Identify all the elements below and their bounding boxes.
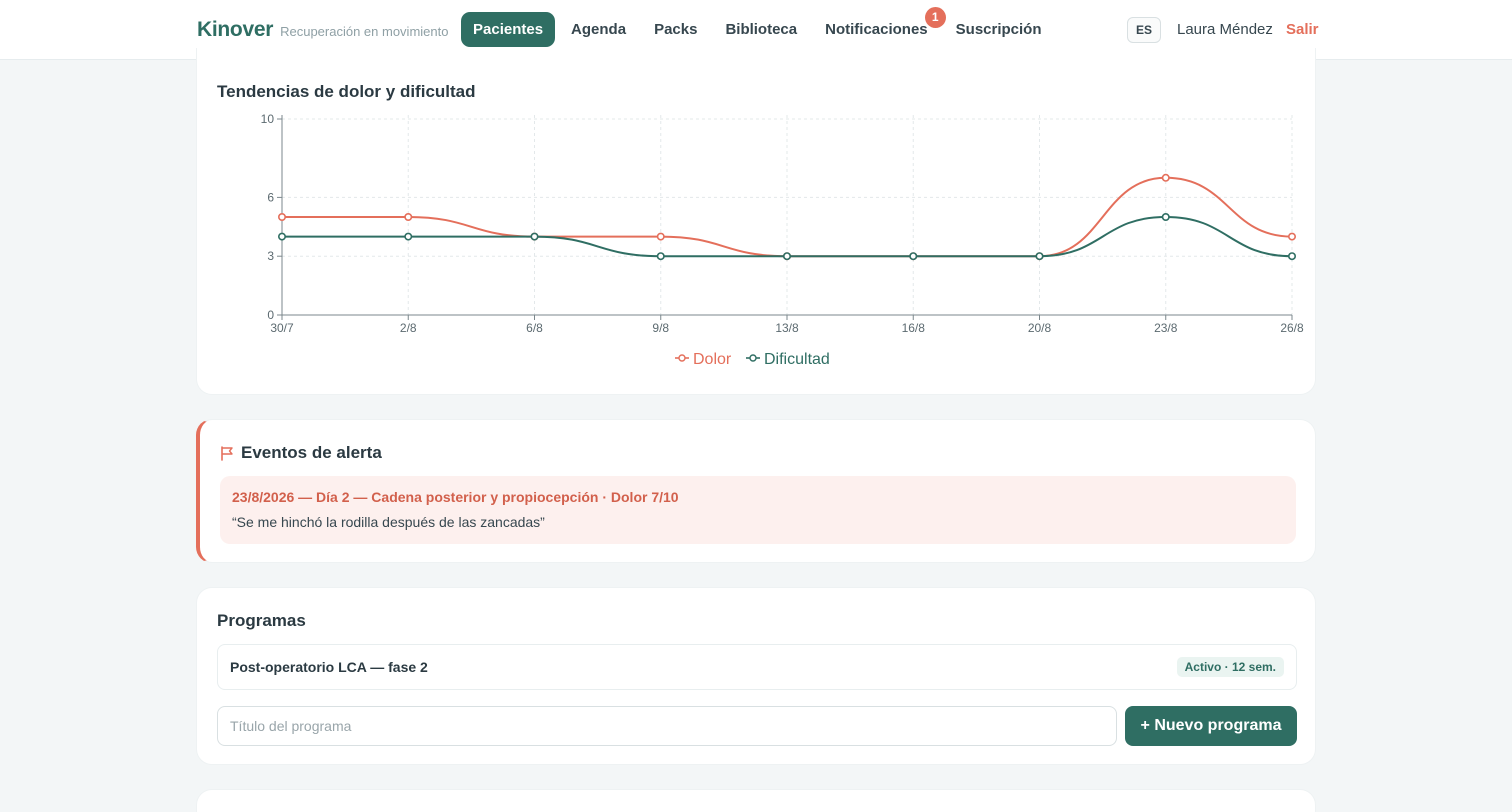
x-tick-label: 6/8 [526,321,543,335]
x-tick-label: 23/8 [1154,321,1178,335]
y-tick-label: 3 [267,249,274,263]
x-tick-label: 13/8 [775,321,799,335]
alert-title: Eventos de alerta [241,443,382,462]
data-point-dificultad[interactable] [530,232,539,241]
new-program-button[interactable]: + Nuevo programa [1125,706,1297,746]
alert-entry-title: 23/8/2026 — Día 2 — Cadena posterior y p… [232,489,679,505]
legend-marker-dificultad [749,354,757,362]
legend-marker-dolor [678,354,686,362]
alert-events-card: Eventos de alerta 23/8/2026 — Día 2 — Ca… [196,419,1316,563]
y-tick-label: 0 [267,308,274,322]
data-point-dificultad[interactable] [1035,252,1044,261]
data-point-dolor[interactable] [1288,232,1297,241]
x-tick-label: 16/8 [902,321,926,335]
data-point-dificultad[interactable] [782,252,791,261]
data-point-dificultad[interactable] [404,232,413,241]
main-nav: Pacientes Agenda Packs Biblioteca Notifi… [461,7,1058,47]
data-point-dolor[interactable] [278,213,287,222]
data-point-dolor[interactable] [656,232,665,241]
x-tick-label: 9/8 [652,321,669,335]
legend-label-dolor[interactable]: Dolor [693,351,732,368]
x-tick-label: 20/8 [1028,321,1052,335]
brand-logo[interactable]: Kinover Recuperación en movimiento [197,18,448,42]
alert-header: Eventos de alerta [220,443,382,463]
program-status-badge: Activo · 12 sem. [1176,657,1284,677]
next-card [196,789,1316,812]
brand-name: Kinover [197,18,274,41]
logout-link[interactable]: Salir [1286,21,1319,38]
legend-label-dificultad[interactable]: Dificultad [764,351,830,368]
x-tick-label: 30/7 [270,321,294,335]
data-point-dificultad[interactable] [909,252,918,261]
trends-card: Tendencias de dolor y dificultad 0 3 6 10 30… [196,48,1316,395]
data-point-dolor[interactable] [404,213,413,222]
alert-entry[interactable]: 23/8/2026 — Día 2 — Cadena posterior y p… [220,476,1296,544]
x-tick-label: 2/8 [400,321,417,335]
nav-item-suscripcion[interactable]: Suscripción [944,12,1054,47]
program-title-input[interactable] [217,706,1117,746]
nav-item-pacientes[interactable]: Pacientes [461,12,556,47]
nav-item-notificaciones-label: Notificaciones [825,21,928,38]
program-row[interactable]: Post-operatorio LCA — fase 2 Activo · 12… [217,644,1297,690]
trends-chart: 0 3 6 10 30/7 2/8 6/8 9/8 13/8 16/8 20/8 23/8 26/8 Do… [261,112,1304,368]
programs-title: Programas [217,611,306,630]
program-name: Post-operatorio LCA — fase 2 [230,659,428,675]
nav-item-agenda[interactable]: Agenda [559,12,638,47]
y-tick-label: 6 [267,190,274,204]
nav-item-biblioteca[interactable]: Biblioteca [713,12,809,47]
nav-item-packs[interactable]: Packs [642,12,709,47]
notification-badge: 1 [924,7,946,28]
language-switcher[interactable]: ES [1127,17,1161,43]
data-point-dolor[interactable] [1161,173,1170,182]
alert-entry-quote: “Se me hinchó la rodilla después de las … [232,514,545,530]
flag-icon [221,445,233,461]
data-point-dificultad[interactable] [1288,252,1297,261]
data-point-dificultad[interactable] [1161,213,1170,222]
y-tick-label: 10 [261,112,275,126]
nav-item-notificaciones[interactable]: Notificaciones 1 [813,7,946,47]
data-point-dificultad[interactable] [278,232,287,241]
brand-tagline: Recuperación en movimiento [280,24,449,39]
programs-card: Programas Post-operatorio LCA — fase 2 A… [196,587,1316,765]
data-point-dificultad[interactable] [656,252,665,261]
user-name[interactable]: Laura Méndez [1177,21,1273,38]
x-tick-label: 26/8 [1280,321,1304,335]
